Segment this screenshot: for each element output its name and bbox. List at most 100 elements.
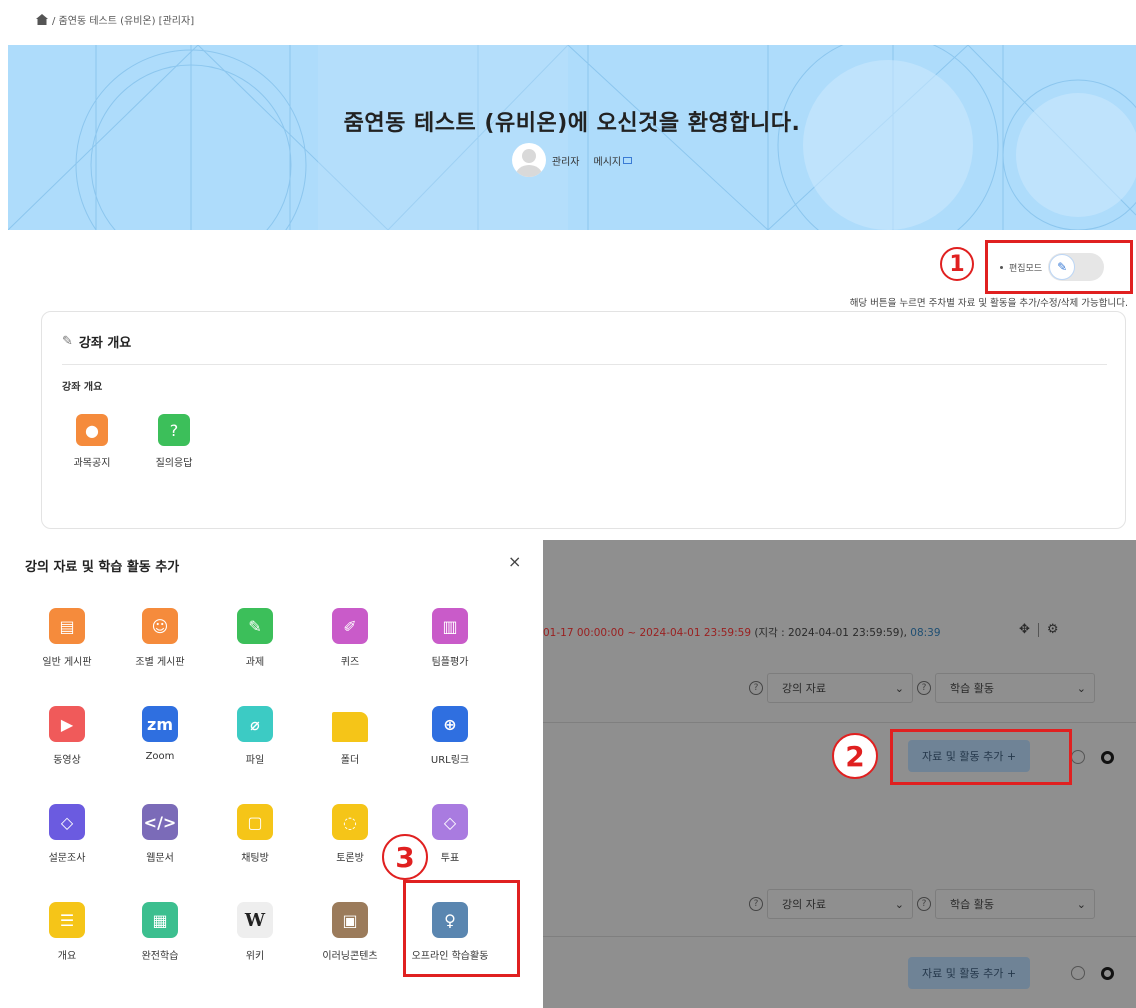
activity-tile-label: 채팅방 — [241, 853, 269, 864]
activity-tile[interactable]: ⊕ URL링크 — [405, 706, 495, 766]
activity-select[interactable]: 학습 활동 ⌄ — [935, 889, 1095, 919]
activity-tile-label: 웹문서 — [146, 853, 174, 864]
activity-tile[interactable]: ✎ 과제 — [210, 608, 300, 668]
activity-tile-label: 폴더 — [340, 755, 360, 766]
activity-label: 과목공지 — [73, 458, 111, 469]
assignment-icon: ✎ — [237, 608, 273, 644]
avatar[interactable] — [511, 143, 546, 177]
discussion-icon: ◌ — [332, 804, 368, 840]
video-icon: ▶ — [49, 706, 85, 742]
activity-tile-label: 일반 게시판 — [42, 657, 92, 668]
editmode-control: 편집모드 ✎ — [1000, 253, 1105, 281]
activity-tile-label: 완전학습 — [141, 951, 179, 962]
user-name[interactable]: 관리자 — [552, 153, 580, 168]
mail-icon — [623, 156, 633, 164]
eye-icon[interactable] — [1101, 751, 1114, 764]
activity-tile[interactable]: ☺ 조별 게시판 — [115, 608, 205, 668]
activity-tile-label: 개요 — [57, 951, 77, 962]
annotation-badge-3: 3 — [382, 834, 428, 880]
home-icon[interactable] — [36, 14, 48, 25]
question-icon: ? — [158, 414, 190, 446]
chevron-down-icon: ⌄ — [894, 681, 904, 695]
team-eval-icon: ▥ — [432, 608, 468, 644]
activity-tile[interactable]: </> 웹문서 — [115, 804, 205, 864]
activity-tile-label: 동영상 — [53, 755, 81, 766]
folder-icon — [332, 712, 368, 742]
course-banner: 줌연동 테스트 (유비온)에 오신것을 환영합니다. 관리자 메시지 — [8, 45, 1136, 230]
group-board-icon: ☺ — [142, 608, 178, 644]
activity-tile[interactable]: W 위키 — [210, 902, 300, 962]
activity-tile[interactable]: 폴더 — [305, 706, 395, 766]
globe-icon: ⊕ — [432, 706, 468, 742]
pencil-icon[interactable]: ✎ — [62, 334, 73, 349]
pencil-icon: ✎ — [1049, 254, 1076, 280]
chevron-down-icon: ⌄ — [1076, 681, 1086, 695]
editmode-hint: 해당 버튼을 누르면 주차별 자료 및 활동을 추가/수정/삭제 가능합니다. — [849, 298, 1128, 309]
editmode-label: 편집모드 — [1009, 263, 1043, 274]
activity-tile-label: 투표 — [440, 853, 460, 864]
overview-subtitle: 강좌 개요 — [62, 382, 103, 393]
activity-notice[interactable]: ● 과목공지 — [62, 414, 122, 469]
list-icon: ☰ — [49, 902, 85, 938]
editmode-toggle[interactable]: ✎ — [1048, 253, 1105, 281]
chat-icon: ▢ — [237, 804, 273, 840]
activity-tile-label: URL링크 — [430, 755, 470, 766]
resource-select[interactable]: 강의 자료 ⌄ — [767, 889, 913, 919]
activity-tile[interactable]: ⌀ 파일 — [210, 706, 300, 766]
course-overview-card: ✎ 강좌 개요 강좌 개요 ● 과목공지 ? 질의응답 — [41, 311, 1126, 529]
select-row-2: ? 강의 자료 ⌄ ? 학습 활동 ⌄ — [749, 889, 1095, 919]
bulb-icon[interactable] — [1071, 750, 1085, 764]
annotation-badge-1: 1 — [940, 247, 974, 281]
activity-tile[interactable]: zm Zoom — [115, 706, 205, 762]
activity-tile-label: 과제 — [245, 657, 265, 668]
activity-tile[interactable]: ▦ 완전학습 — [115, 902, 205, 962]
activity-tile[interactable]: ▢ 채팅방 — [210, 804, 300, 864]
activity-tile-label: 위키 — [245, 951, 265, 962]
activity-tile-label: 퀴즈 — [340, 657, 360, 668]
activity-tile[interactable]: ▶ 동영상 — [22, 706, 112, 766]
activity-tile[interactable]: ▤ 일반 게시판 — [22, 608, 112, 668]
quiz-icon: ✐ — [332, 608, 368, 644]
activity-qna[interactable]: ? 질의응답 — [144, 414, 204, 469]
close-icon[interactable]: × — [508, 552, 521, 571]
zoom-icon: zm — [142, 706, 178, 742]
message-link[interactable]: 메시지 — [594, 153, 633, 168]
activity-tile-label: 팀플평가 — [431, 657, 469, 668]
gear-icon[interactable]: ⚙ — [1047, 622, 1059, 637]
help-icon[interactable]: ? — [749, 681, 763, 695]
divider — [62, 364, 1107, 365]
activity-tile[interactable]: ◇ 설문조사 — [22, 804, 112, 864]
separator — [1037, 622, 1039, 637]
board-icon: ▤ — [49, 608, 85, 644]
activity-tile[interactable]: ☰ 개요 — [22, 902, 112, 962]
help-icon[interactable]: ? — [917, 897, 931, 911]
activity-select[interactable]: 학습 활동 ⌄ — [935, 673, 1095, 703]
breadcrumb-text[interactable]: / 줌연동 테스트 (유비온) [관리자] — [52, 12, 194, 27]
banner-title: 줌연동 테스트 (유비온)에 오신것을 환영합니다. — [343, 111, 801, 136]
week-dates: 01-17 00:00:00 ~ 2024-04-01 23:59:59 (지각… — [543, 627, 941, 639]
help-icon[interactable]: ? — [917, 681, 931, 695]
move-icon[interactable]: ✥ — [1019, 622, 1030, 637]
eye-icon[interactable] — [1101, 967, 1114, 980]
elearning-icon: ▣ — [332, 902, 368, 938]
activity-tile[interactable]: ✐ 퀴즈 — [305, 608, 395, 668]
microphone-icon: ● — [76, 414, 108, 446]
code-icon: </> — [142, 804, 178, 840]
survey-icon: ◇ — [49, 804, 85, 840]
add-resource-button[interactable]: 자료 및 활동 추가 + — [908, 957, 1031, 989]
activity-tile[interactable]: ▣ 이러닝콘텐츠 — [305, 902, 395, 962]
activity-label: 질의응답 — [155, 458, 193, 469]
help-icon[interactable]: ? — [749, 897, 763, 911]
page: / 줌연동 테스트 (유비온) [관리자] 줌연동 테스트 (유비온)에 오신것… — [0, 0, 1136, 1008]
bulb-icon[interactable] — [1071, 966, 1085, 980]
activity-tile-label: Zoom — [145, 751, 175, 762]
activity-tile[interactable]: ▥ 팀플평가 — [405, 608, 495, 668]
banner-pattern — [8, 45, 1136, 230]
resource-select[interactable]: 강의 자료 ⌄ — [767, 673, 913, 703]
banner-user: 관리자 메시지 — [8, 143, 1136, 177]
overview-title: ✎ 강좌 개요 — [62, 334, 132, 351]
file-icon: ⌀ — [237, 706, 273, 742]
activity-tile-label: 조별 게시판 — [135, 657, 185, 668]
modal-title: 강의 자료 및 학습 활동 추가 — [25, 560, 180, 575]
annotation-badge-2: 2 — [832, 733, 878, 779]
